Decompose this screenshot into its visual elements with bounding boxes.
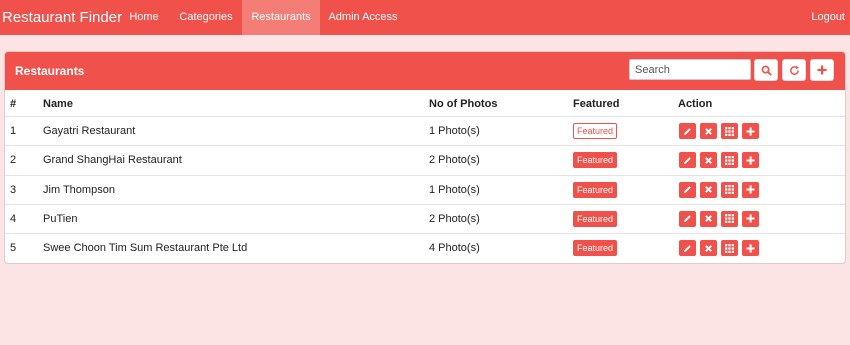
column-header-action: Action [678,98,713,110]
delete-button[interactable] [700,123,717,139]
grid-icon [725,214,734,224]
column-header-photos: No of Photos [429,98,498,110]
grid-icon [725,243,734,253]
panel-title: Restaurants [15,64,85,78]
refresh-button[interactable] [782,59,806,81]
edit-icon [683,214,692,223]
delete-button[interactable] [700,210,717,227]
edit-button[interactable] [679,240,696,257]
delete-button[interactable] [700,240,717,257]
featured-badge[interactable]: Featured [573,240,617,257]
delete-icon [704,185,713,194]
nav-categories[interactable]: Categories [171,0,241,35]
add-restaurant-button[interactable] [810,59,834,81]
restaurant-name: PuTien [43,212,78,225]
grid-icon [725,155,734,165]
photos-button[interactable] [721,240,738,257]
edit-button[interactable] [679,210,696,227]
row-number: 1 [10,125,17,137]
photo-count: 4 Photo(s) [429,242,480,255]
featured-badge[interactable]: Featured [573,123,617,139]
add-photo-button[interactable] [742,152,759,169]
column-header-number: # [10,98,17,110]
row-number: 4 [10,212,17,225]
search-button[interactable] [754,59,778,81]
photos-button[interactable] [721,152,738,169]
search-input[interactable] [629,59,751,80]
add-photo-button[interactable] [742,181,759,198]
add-photo-button[interactable] [742,123,759,139]
plus-icon [746,214,755,223]
brand-title[interactable]: Restaurant Finder [2,0,122,35]
plus-icon [746,185,755,194]
delete-icon [704,214,713,223]
edit-button[interactable] [679,181,696,198]
row-number: 3 [10,183,17,196]
nav-restaurants[interactable]: Restaurants [242,0,320,35]
edit-button[interactable] [679,152,696,169]
table-row: 4 PuTien 2 Photo(s) Featured [5,203,845,233]
table-row: 2 Grand ShangHai Restaurant 2 Photo(s) Feat… [5,145,845,174]
restaurant-name: Swee Choon Tim Sum Restaurant Pte Ltd [43,242,248,255]
row-number: 2 [10,154,17,167]
row-number: 5 [10,242,17,255]
plus-icon [746,244,755,253]
add-photo-button[interactable] [742,240,759,257]
photos-button[interactable] [721,210,738,227]
plus-icon [817,65,827,75]
refresh-icon [789,65,800,76]
restaurants-panel: Restaurants # Name No of Photos Featured… [4,51,846,264]
table-row: 3 Jim Thompson 1 Photo(s) Featured [5,174,845,204]
restaurant-name: Jim Thompson [43,183,115,196]
delete-button[interactable] [700,181,717,198]
panel-header: Restaurants [5,52,845,90]
column-header-name: Name [43,98,73,110]
search-icon [761,65,772,76]
add-photo-button[interactable] [742,210,759,227]
top-navbar: Restaurant Finder Home Categories Restau… [0,0,850,35]
delete-icon [704,156,713,165]
photos-button[interactable] [721,181,738,198]
featured-badge[interactable]: Featured [573,181,617,198]
nav-admin-access[interactable]: Admin Access [322,0,404,35]
featured-badge[interactable]: Featured [573,210,617,227]
restaurant-name: Grand ShangHai Restaurant [43,154,182,167]
photo-count: 1 Photo(s) [429,183,480,196]
edit-button[interactable] [679,123,696,139]
edit-icon [683,127,692,136]
photo-count: 2 Photo(s) [429,212,480,225]
delete-icon [704,127,713,136]
delete-icon [704,244,713,253]
plus-icon [746,126,755,136]
edit-icon [683,244,692,253]
table-row: 5 Swee Choon Tim Sum Restaurant Pte Ltd 4 … [5,233,845,262]
restaurant-name: Gayatri Restaurant [43,125,136,137]
photo-count: 2 Photo(s) [429,154,480,167]
edit-icon [683,156,692,165]
grid-icon [725,126,734,136]
table-row: 1 Gayatri Restaurant 1 Photo(s) Featured [5,116,845,145]
grid-icon [725,185,734,195]
delete-button[interactable] [700,152,717,169]
photos-button[interactable] [721,123,738,139]
photo-count: 1 Photo(s) [429,125,480,137]
edit-icon [683,185,692,194]
column-header-featured: Featured [573,98,620,110]
logout-link[interactable]: Logout [811,0,845,35]
featured-badge[interactable]: Featured [573,152,617,169]
plus-icon [746,156,755,165]
nav-home[interactable]: Home [120,0,168,35]
